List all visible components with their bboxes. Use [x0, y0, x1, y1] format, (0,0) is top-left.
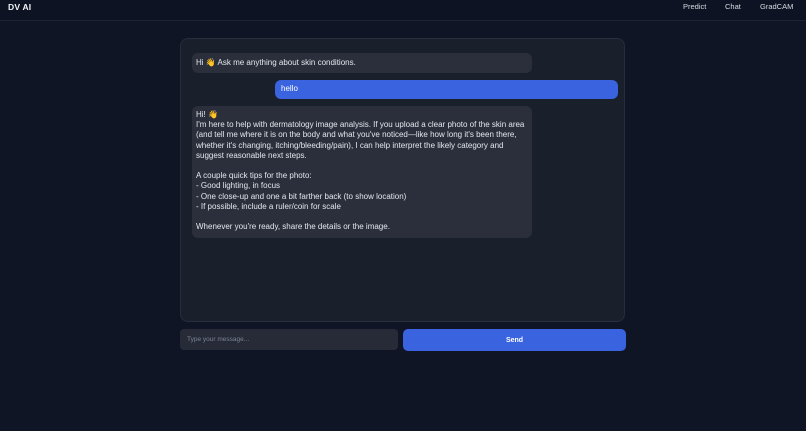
send-button[interactable]: Send: [403, 329, 626, 351]
user-message: hello: [275, 80, 618, 99]
bot-message-reply: Hi! 👋 I'm here to help with dermatology …: [192, 106, 532, 238]
nav-link-chat[interactable]: Chat: [725, 2, 741, 11]
nav-link-predict[interactable]: Predict: [683, 2, 706, 11]
chat-messages-panel[interactable]: Hi 👋 Ask me anything about skin conditio…: [180, 38, 625, 322]
message-input[interactable]: [180, 329, 398, 350]
brand-logo-text: DV AI: [8, 2, 32, 12]
bot-message-greeting: Hi 👋 Ask me anything about skin conditio…: [192, 53, 532, 73]
nav-link-gradcam[interactable]: GradCAM: [760, 2, 793, 11]
top-navigation-bar: DV AI Predict Chat GradCAM: [0, 0, 806, 21]
